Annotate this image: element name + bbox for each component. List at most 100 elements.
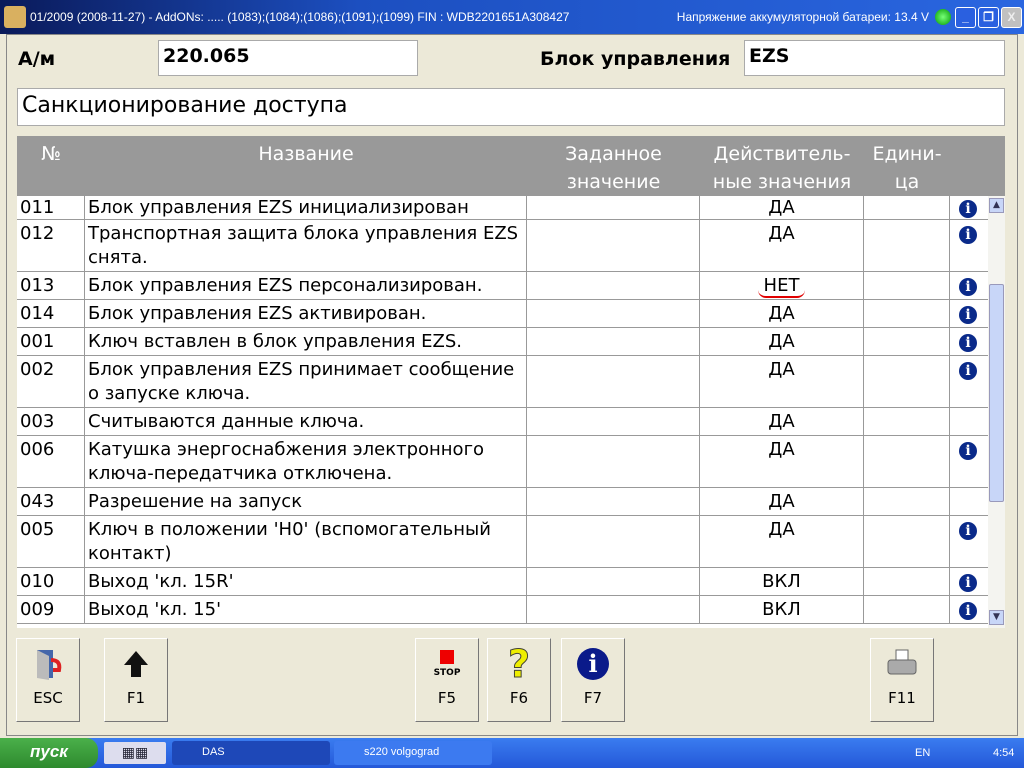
no-text: 006 (20, 439, 55, 460)
cell-info: i (950, 300, 988, 327)
cell-unit (864, 356, 950, 407)
table-row[interactable]: 013 Блок управления EZS персонализирован.… (17, 272, 988, 300)
language-indicator[interactable]: EN (915, 747, 930, 759)
start-button[interactable]: пуск (0, 738, 98, 768)
cell-name: Разрешение на запуск (85, 488, 527, 515)
stop-caption: STOP (433, 668, 461, 678)
cell-no: 002 (17, 356, 85, 407)
no-text: 002 (20, 359, 55, 380)
cell-name: Блок управления EZS принимает сообщение … (85, 356, 527, 407)
help-icon: ? (507, 642, 531, 687)
scrollbar[interactable]: ▲ ▼ (988, 196, 1005, 628)
table-row[interactable]: 014 Блок управления EZS активирован. ДА i (17, 300, 988, 328)
cell-actual: ДА (700, 516, 864, 567)
column-header-text: ные значения (712, 171, 852, 193)
cell-actual: ДА (700, 408, 864, 435)
table-row[interactable]: 010 Выход 'кл. 15R' ВКЛ i (17, 568, 988, 596)
app-icon (4, 6, 26, 28)
exit-door-icon (17, 639, 79, 689)
no-text: 043 (20, 491, 55, 512)
table-row[interactable]: 002 Блок управления EZS принимает сообщен… (17, 356, 988, 408)
cell-info: i (950, 436, 988, 487)
cell-actual: ДА (700, 436, 864, 487)
esc-button[interactable]: ESC (16, 638, 80, 722)
actual-text: НЕТ (757, 275, 806, 298)
info-icon[interactable]: i (959, 306, 977, 324)
scroll-up-button[interactable]: ▲ (989, 198, 1004, 213)
table-row[interactable]: 043 Разрешение на запуск ДА (17, 488, 988, 516)
key-label: F6 (509, 689, 529, 707)
cell-actual: ДА (700, 300, 864, 327)
info-icon[interactable]: i (959, 362, 977, 380)
cell-actual: ВКЛ (700, 568, 864, 595)
name-text: Считываются данные ключа. (88, 411, 365, 432)
f11-button[interactable]: F11 (870, 638, 934, 722)
name-text: Ключ вставлен в блок управления EZS. (88, 331, 462, 352)
info-icon[interactable]: i (959, 602, 977, 620)
vehicle-field: 220.065 (158, 40, 418, 76)
info-icon[interactable]: i (959, 442, 977, 460)
cell-set (527, 488, 700, 515)
table-row[interactable]: 009 Выход 'кл. 15' ВКЛ i (17, 596, 988, 624)
cell-no: 006 (17, 436, 85, 487)
actual-text: ВКЛ (762, 599, 801, 620)
cell-no: 043 (17, 488, 85, 515)
task-folder[interactable]: s220 volgograd (334, 741, 492, 765)
values-table: № Название Заданное значение Действитель-ные… (17, 136, 1005, 628)
info-icon[interactable]: i (959, 522, 977, 540)
cell-info: i (950, 328, 988, 355)
cell-name: Ключ вставлен в блок управления EZS. (85, 328, 527, 355)
restore-button[interactable]: ❐ (978, 6, 999, 28)
actual-text: ВКЛ (762, 571, 801, 592)
info-icon[interactable]: i (959, 574, 977, 592)
table-row[interactable]: 011 Блок управления EZS инициализирован ДА… (17, 196, 988, 220)
info-icon[interactable]: i (959, 334, 977, 352)
column-header: № (17, 140, 85, 168)
table-row[interactable]: 012 Транспортная защита блока управления … (17, 220, 988, 272)
cell-info: i (950, 596, 988, 623)
cell-name: Считываются данные ключа. (85, 408, 527, 435)
table-row[interactable]: 003 Считываются данные ключа. ДА (17, 408, 988, 436)
cell-set (527, 568, 700, 595)
f6-button[interactable]: ? F6 (487, 638, 551, 722)
cell-no: 013 (17, 272, 85, 299)
info-icon[interactable]: i (959, 226, 977, 244)
arrow-up-icon (105, 639, 167, 689)
table-row[interactable]: 005 Ключ в положении 'H0' (вспомогательны… (17, 516, 988, 568)
cell-unit (864, 272, 950, 299)
cell-unit (864, 596, 950, 623)
cell-unit (864, 196, 950, 219)
actual-text: ДА (768, 439, 795, 460)
cell-set (527, 220, 700, 271)
actual-text: ДА (768, 519, 795, 540)
system-tray: EN 4:54 (895, 738, 1024, 768)
no-text: 013 (20, 275, 55, 296)
info-icon[interactable]: i (959, 278, 977, 296)
info-icon[interactable]: i (959, 200, 977, 218)
column-header: Заданное значение (527, 140, 700, 196)
column-header-text: Действитель- (713, 143, 851, 165)
column-header: Название (85, 140, 527, 168)
cell-set (527, 408, 700, 435)
minimize-button[interactable]: _ (955, 6, 976, 28)
table-row[interactable]: 001 Ключ вставлен в блок управления EZS. Д… (17, 328, 988, 356)
cell-info: i (950, 220, 988, 271)
task-das[interactable]: DAS (172, 741, 330, 765)
cell-unit (864, 568, 950, 595)
name-text: Блок управления EZS принимает сообщение … (88, 359, 515, 404)
close-button[interactable]: X (1001, 6, 1022, 28)
f7-button[interactable]: i F7 (561, 638, 625, 722)
no-text: 001 (20, 331, 55, 352)
table-row[interactable]: 006 Катушка энергоснабжения электронного … (17, 436, 988, 488)
keyboard-icon[interactable]: ▦▦ (104, 742, 166, 764)
f1-button[interactable]: F1 (104, 638, 168, 722)
cell-actual: ДА (700, 196, 864, 219)
cell-name: Выход 'кл. 15' (85, 596, 527, 623)
key-label: F1 (126, 689, 146, 707)
cell-set (527, 516, 700, 567)
scroll-thumb[interactable] (989, 284, 1004, 502)
no-text: 014 (20, 303, 55, 324)
scroll-down-button[interactable]: ▼ (989, 610, 1004, 625)
column-header-text: Название (258, 143, 354, 165)
f5-button[interactable]: STOP F5 (415, 638, 479, 722)
